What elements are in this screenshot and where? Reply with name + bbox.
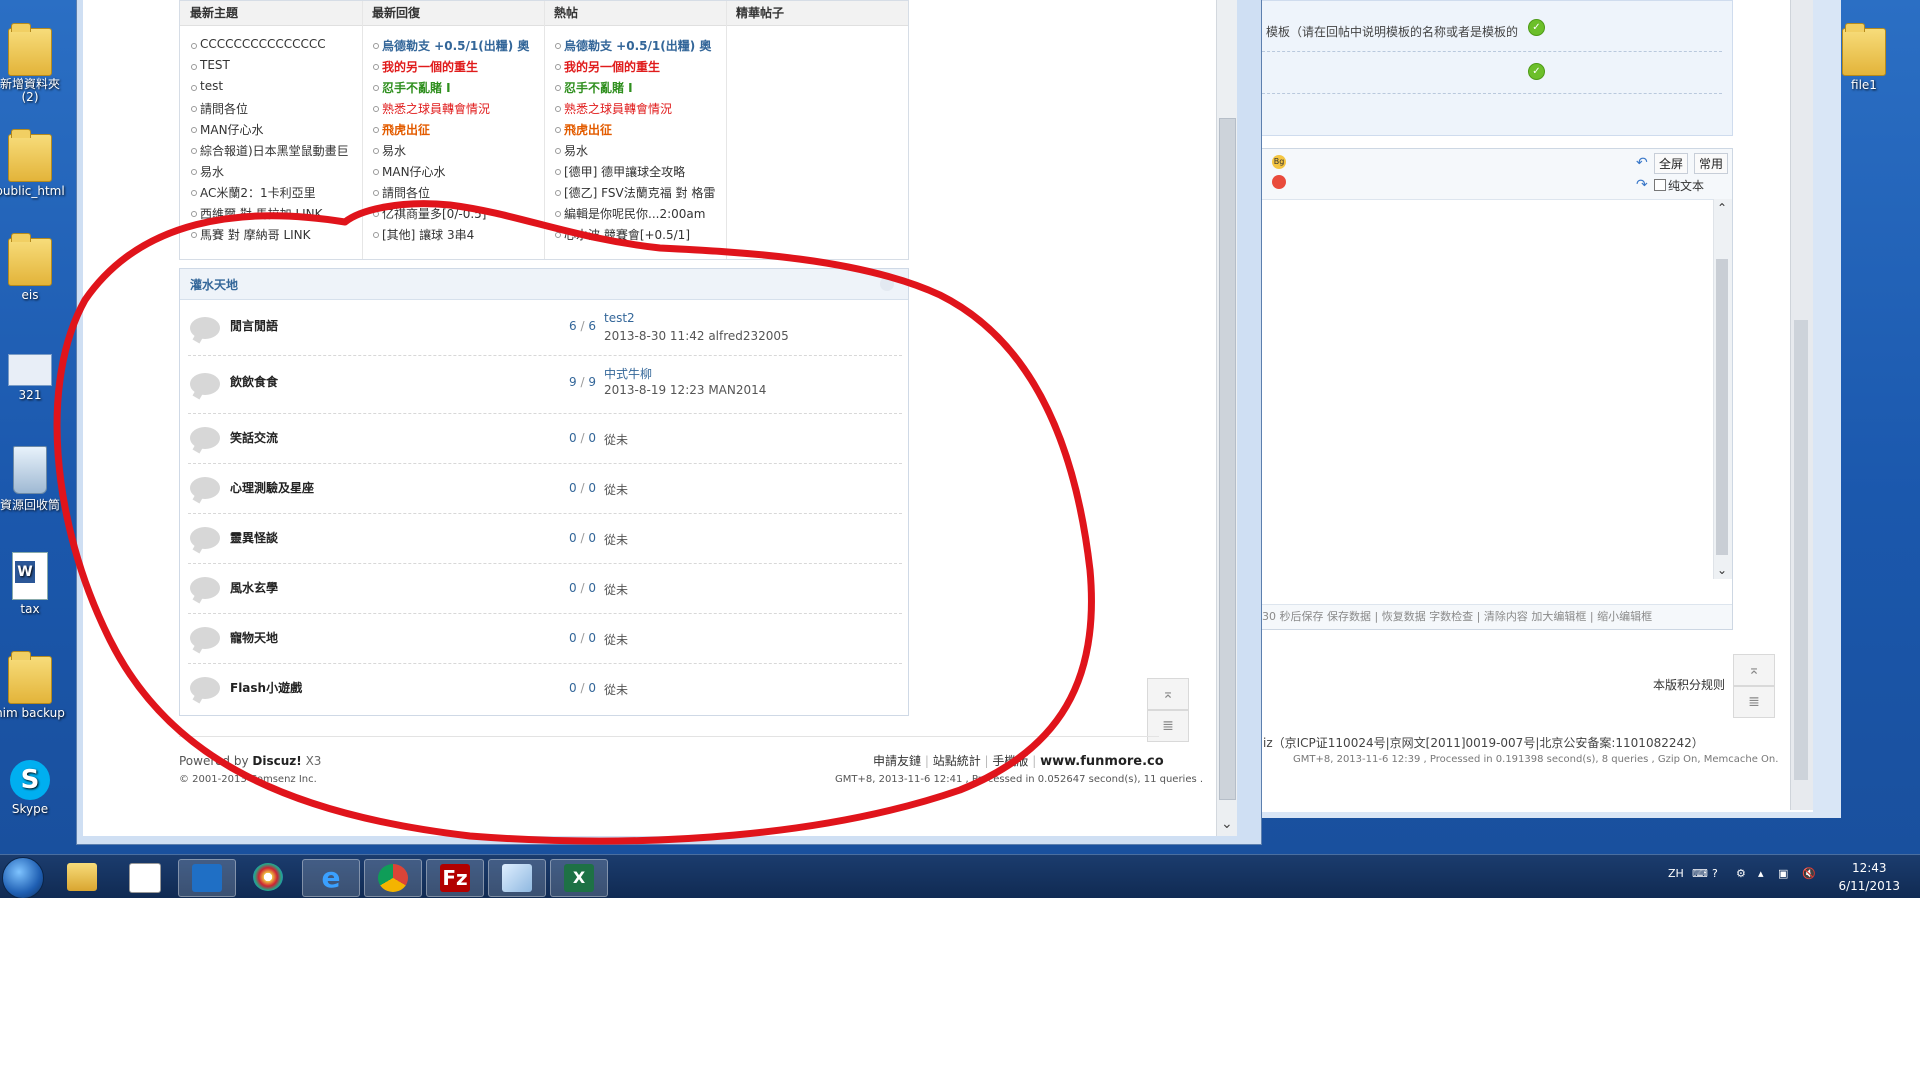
help-icon[interactable]: ? — [1712, 867, 1718, 880]
windows-start-icon[interactable] — [2, 857, 44, 898]
paint-icon — [253, 863, 283, 891]
taskbar-filezilla[interactable]: Fz — [426, 859, 484, 897]
taskbar-explorer[interactable] — [54, 859, 110, 895]
taskbar-outlook[interactable] — [178, 859, 236, 897]
screenshot-area: 新增資料夾 (2) public_html eis 321 資源回收筒 W ta… — [0, 0, 1920, 898]
notes-icon — [502, 864, 532, 892]
language-indicator[interactable]: ZH — [1668, 867, 1684, 880]
taskbar-excel[interactable]: X — [550, 859, 608, 897]
taskbar: e Fz X ZH ⌨ ? ⚙ ▴ ▣ 🔇 12:43 6/11/2013 — [0, 854, 1920, 898]
show-hidden-icons-icon[interactable]: ▴ — [1758, 867, 1764, 880]
settings-icon[interactable]: ⚙ — [1736, 867, 1746, 880]
clock-date: 6/11/2013 — [1838, 879, 1900, 893]
taskbar-paint[interactable] — [240, 859, 296, 895]
outlook-icon — [192, 864, 222, 892]
taskbar-clock[interactable]: 12:43 6/11/2013 — [1838, 859, 1900, 895]
red-annotation-circle — [53, 200, 1095, 845]
internet-explorer-icon: e — [321, 861, 341, 894]
excel-icon: X — [564, 864, 594, 892]
folder-icon — [67, 863, 97, 891]
taskbar-internet-explorer[interactable]: e — [302, 859, 360, 897]
volume-muted-icon[interactable]: 🔇 — [1802, 867, 1816, 880]
itvs-icon — [129, 863, 161, 893]
taskbar-itvs[interactable] — [116, 859, 172, 895]
taskbar-chrome[interactable] — [364, 859, 422, 897]
taskbar-notes[interactable] — [488, 859, 546, 897]
chrome-icon — [378, 864, 408, 892]
keyboard-icon[interactable]: ⌨ — [1692, 867, 1708, 880]
clock-time: 12:43 — [1851, 861, 1887, 875]
network-icon[interactable]: ▣ — [1778, 867, 1788, 880]
filezilla-icon: Fz — [440, 864, 470, 892]
